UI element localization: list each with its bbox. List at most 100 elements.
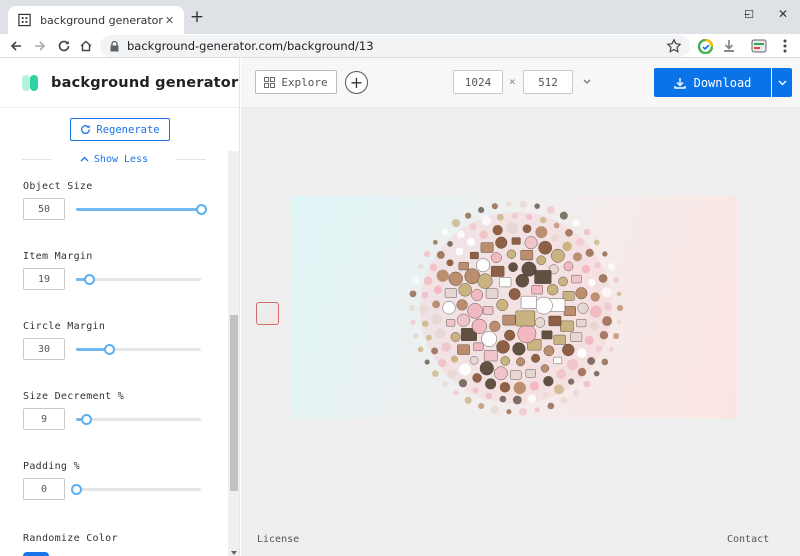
- randomize-color-toggle[interactable]: [23, 552, 49, 556]
- slider-thumb[interactable]: [83, 274, 95, 285]
- pattern-item: [432, 300, 441, 309]
- pattern-item: [490, 265, 505, 277]
- pattern-item: [534, 317, 546, 328]
- slider-value-input[interactable]: 9: [23, 408, 65, 430]
- pattern-item: [504, 329, 516, 341]
- download-options-button[interactable]: [772, 68, 792, 97]
- pattern-item: [485, 378, 497, 390]
- slider-value-input[interactable]: 0: [23, 478, 65, 500]
- add-button[interactable]: +: [345, 71, 368, 94]
- pattern-item: [512, 342, 526, 356]
- pattern-item: [568, 378, 575, 385]
- browser-tabstrip: background generator ✕ + – ☐ ✕: [0, 0, 800, 34]
- pattern-item: [421, 291, 429, 299]
- logo[interactable]: background generator: [0, 58, 239, 108]
- width-input[interactable]: 1024: [453, 70, 503, 94]
- scroll-down-arrow-icon[interactable]: [231, 551, 237, 555]
- home-icon[interactable]: [76, 36, 96, 56]
- sidebar-scrollbar[interactable]: [228, 151, 239, 556]
- url-text: background-generator.com/background/13: [127, 39, 374, 53]
- chevron-up-icon: [80, 156, 89, 162]
- pattern-item: [408, 304, 416, 312]
- slider-label: Size Decrement %: [23, 391, 125, 402]
- pattern-item: [598, 273, 608, 283]
- regenerate-button[interactable]: Regenerate: [70, 118, 170, 141]
- slider-value-input[interactable]: 50: [23, 198, 65, 220]
- download-extension-icon[interactable]: [720, 37, 738, 55]
- slider-track[interactable]: [76, 274, 201, 285]
- slider-value-input[interactable]: 30: [23, 338, 65, 360]
- slider-thumb[interactable]: [103, 344, 115, 355]
- show-less-toggle[interactable]: Show Less: [0, 151, 228, 167]
- browser-menu-icon[interactable]: [776, 37, 794, 55]
- pattern-item: [423, 276, 433, 286]
- slider-track[interactable]: [76, 344, 201, 355]
- slider-track[interactable]: [71, 484, 201, 495]
- maximize-icon[interactable]: ☐: [733, 0, 765, 28]
- pattern-item: [499, 277, 512, 288]
- tab-close-icon[interactable]: ✕: [163, 14, 176, 27]
- pattern-item: [585, 248, 594, 257]
- pattern-item: [448, 271, 463, 286]
- pattern-item: [616, 291, 622, 297]
- extension-app-icon[interactable]: [750, 37, 768, 55]
- browser-tab[interactable]: background generator ✕: [8, 6, 184, 34]
- pattern-item: [572, 389, 580, 397]
- pattern-item: [478, 206, 485, 214]
- pattern-item: [539, 216, 547, 224]
- pattern-item: [446, 319, 456, 327]
- pattern-item: [471, 318, 487, 334]
- pattern-item: [519, 200, 527, 208]
- pattern-item: [490, 405, 499, 414]
- download-label: Download: [693, 75, 752, 90]
- pattern-item: [433, 285, 443, 294]
- explore-label: Explore: [281, 75, 328, 89]
- pattern-item: [485, 392, 493, 400]
- pattern-item: [607, 263, 615, 271]
- pattern-item: [447, 241, 453, 247]
- logo-text: background generator: [51, 74, 239, 91]
- forward-icon[interactable]: [30, 36, 50, 56]
- slider-control: Object Size 50: [23, 181, 208, 220]
- pattern-item: [510, 370, 522, 380]
- pattern-item: [476, 258, 490, 273]
- download-button[interactable]: Download: [654, 68, 771, 97]
- bookmark-star-icon[interactable]: [666, 38, 682, 54]
- contact-link[interactable]: Contact: [727, 534, 769, 545]
- slider-thumb[interactable]: [196, 204, 207, 215]
- new-tab-button[interactable]: +: [188, 9, 206, 27]
- pattern-item: [584, 335, 594, 345]
- pattern-item: [512, 395, 522, 405]
- pattern-item: [583, 380, 591, 388]
- window-close-icon[interactable]: ✕: [766, 0, 800, 28]
- back-icon[interactable]: [6, 36, 26, 56]
- pattern-item: [466, 237, 475, 247]
- explore-button[interactable]: Explore: [255, 70, 337, 94]
- scrollbar-thumb[interactable]: [230, 315, 238, 491]
- pattern-item: [602, 316, 612, 327]
- pattern-item: [515, 310, 536, 327]
- height-input[interactable]: 512: [523, 70, 573, 94]
- extension-color-icon[interactable]: [696, 37, 714, 55]
- slider-track[interactable]: [76, 414, 201, 425]
- slider-track[interactable]: [76, 204, 207, 215]
- reload-icon[interactable]: [54, 36, 74, 56]
- pattern-item: [566, 358, 579, 371]
- address-bar[interactable]: background-generator.com/background/13: [100, 35, 690, 57]
- logo-mark-icon: [22, 74, 42, 91]
- slider-thumb[interactable]: [81, 414, 92, 425]
- pattern-item: [572, 252, 583, 262]
- pattern-item: [458, 283, 472, 297]
- slider-thumb[interactable]: [71, 484, 82, 495]
- background-color-swatch[interactable]: [256, 302, 279, 325]
- chevron-down-icon[interactable]: [581, 75, 593, 87]
- license-link[interactable]: License: [257, 534, 299, 545]
- pattern-item: [547, 402, 555, 410]
- pattern-item: [446, 259, 454, 267]
- pattern-item: [453, 390, 459, 396]
- pattern-item: [519, 407, 528, 416]
- pattern-item: [457, 344, 470, 355]
- pattern-item: [502, 314, 516, 326]
- pattern-item: [593, 239, 600, 246]
- slider-value-input[interactable]: 19: [23, 268, 65, 290]
